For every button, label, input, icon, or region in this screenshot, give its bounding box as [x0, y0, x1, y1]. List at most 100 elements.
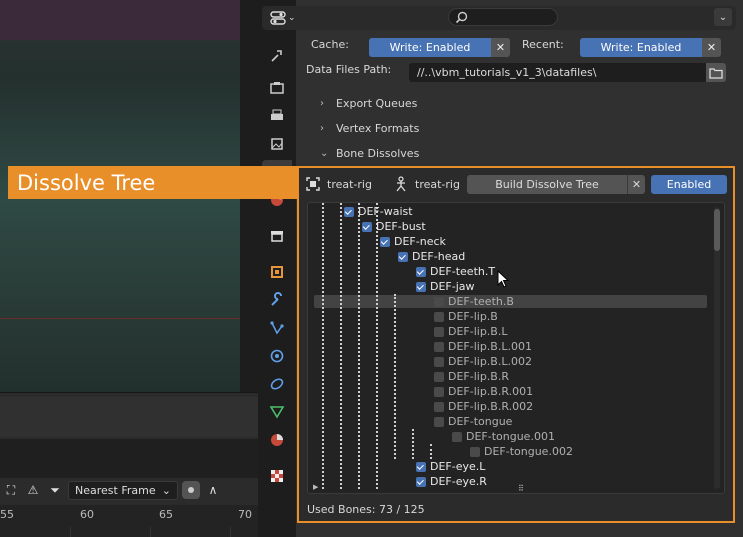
bone-name: DEF-lip.B.R.001: [448, 385, 534, 398]
bone-name: DEF-tongue.002: [484, 445, 573, 458]
chevron-down-icon: ⌄: [161, 483, 171, 497]
checkbox-checked[interactable]: [362, 221, 372, 232]
object-tab-icon[interactable]: [265, 260, 289, 284]
output-tab-icon[interactable]: [265, 104, 289, 128]
modifier-tab-icon[interactable]: [265, 288, 289, 312]
tree-scrollbar[interactable]: [714, 207, 720, 489]
bone-tree-row[interactable]: DEF-neck: [380, 234, 446, 249]
bone-name: DEF-tongue.001: [466, 430, 555, 443]
chevron-down-icon: ⌄: [320, 148, 329, 159]
bone-tree-row[interactable]: DEF-tongue.001: [452, 429, 555, 444]
recent-clear-button[interactable]: ✕: [702, 38, 721, 57]
data-path-field[interactable]: //..\vbm_tutorials_v1_3\datafiles\: [409, 63, 706, 82]
search-icon: [455, 11, 468, 24]
interpolation-value: Nearest Frame: [75, 483, 156, 497]
cache-write-button[interactable]: Write: Enabled: [369, 38, 491, 57]
bone-tree-row[interactable]: DEF-lip.B.L.001: [434, 339, 532, 354]
scrollbar-thumb[interactable]: [714, 209, 720, 251]
bone-tree-row[interactable]: DEF-teeth.T: [416, 264, 495, 279]
armature-selector[interactable]: treat-rig: [305, 176, 372, 192]
bone-tree-row[interactable]: DEF-lip.B.L.002: [434, 354, 532, 369]
bone-tree-row[interactable]: DEF-lip.B.R.002: [434, 399, 533, 414]
view-layer-tab-icon[interactable]: [265, 132, 289, 156]
build-dissolve-tree-button[interactable]: Build Dissolve Tree: [467, 175, 627, 194]
rig-icon: [393, 176, 409, 192]
tree-guide-line: [340, 203, 342, 489]
checkbox-checked[interactable]: [380, 236, 390, 247]
frame-ruler[interactable]: 55 60 65 70: [0, 505, 258, 537]
physics-tab-icon[interactable]: [265, 344, 289, 368]
checkbox-checked[interactable]: [416, 461, 426, 472]
checkbox-checked[interactable]: [398, 251, 408, 262]
checkbox-unchecked[interactable]: [434, 386, 444, 397]
checkbox-unchecked[interactable]: [434, 356, 444, 367]
checkbox-unchecked[interactable]: [434, 416, 444, 427]
bone-tree-row[interactable]: DEF-tongue.002: [470, 444, 573, 459]
expand-arrow-icon[interactable]: ▶: [313, 483, 318, 491]
section-export-queues[interactable]: › Export Queues: [320, 97, 417, 110]
bone-tree-row[interactable]: DEF-waist: [344, 204, 413, 219]
editor-type-button[interactable]: ⌄: [270, 8, 304, 28]
tree-guide-line: [394, 294, 396, 459]
checkbox-checked[interactable]: [416, 281, 426, 292]
search-input[interactable]: [448, 8, 558, 26]
chevron-down-icon: ⌄: [718, 11, 728, 23]
bone-tree-row[interactable]: DEF-head: [398, 249, 465, 264]
checkbox-unchecked[interactable]: [434, 326, 444, 337]
recent-write-button[interactable]: Write: Enabled: [580, 38, 702, 57]
view-icon[interactable]: ⛶: [2, 481, 20, 499]
resize-grip-icon[interactable]: ⠿: [518, 484, 524, 493]
material-tab-icon[interactable]: [265, 428, 289, 452]
bone-tree-list[interactable]: ▶ ⠿ DEF-waist DEF-bust DEF-neck DEF-head DEF…: [307, 202, 725, 494]
bone-name: DEF-waist: [358, 205, 413, 218]
tree-guide-line: [322, 203, 324, 489]
checkbox-unchecked[interactable]: [470, 446, 480, 457]
checkbox-checked[interactable]: [416, 476, 426, 487]
filter-icon[interactable]: ⏷: [46, 481, 64, 499]
bone-name: DEF-teeth.T: [430, 265, 496, 278]
data-tab-icon[interactable]: [265, 400, 289, 424]
frame-tick-label: 55: [0, 508, 14, 521]
checkbox-unchecked[interactable]: [434, 371, 444, 382]
browse-folder-button[interactable]: [706, 63, 726, 82]
bone-tree-row[interactable]: DEF-lip.B.L: [434, 324, 507, 339]
checkbox-checked[interactable]: [344, 206, 354, 217]
bone-tree-row[interactable]: DEF-jaw: [416, 279, 475, 294]
constraints-tab-icon[interactable]: [265, 372, 289, 396]
checkbox-checked[interactable]: [416, 266, 426, 277]
bone-tree-row[interactable]: DEF-eye.R: [416, 474, 487, 489]
clear-tree-button[interactable]: ✕: [627, 175, 645, 194]
checkbox-unchecked[interactable]: [434, 401, 444, 412]
bone-tree-row[interactable]: DEF-lip.B: [434, 309, 498, 324]
texture-tab-icon[interactable]: [265, 464, 289, 488]
tool-tab-icon[interactable]: [265, 44, 289, 68]
section-vertex-formats[interactable]: › Vertex Formats: [320, 122, 419, 135]
render-tab-icon[interactable]: [265, 76, 289, 100]
tree-guide-line: [412, 429, 414, 459]
cache-clear-button[interactable]: ✕: [491, 38, 510, 57]
bone-tree-row[interactable]: DEF-eye.L: [416, 459, 485, 474]
dissolve-tree-panel: treat-rig treat-rig Build Dissolve Tree …: [297, 166, 735, 523]
particles-tab-icon[interactable]: [265, 316, 289, 340]
bone-tree-row[interactable]: DEF-lip.B.R: [434, 369, 509, 384]
data-path-row: Data Files Path:: [306, 63, 391, 76]
bone-tree-row[interactable]: DEF-teeth.B: [434, 294, 514, 309]
bone-tree-row[interactable]: DEF-lip.B.R.001: [434, 384, 533, 399]
options-dropdown[interactable]: ⌄: [714, 8, 732, 26]
curve-icon[interactable]: ∧: [204, 481, 222, 499]
keyframe-toggle[interactable]: [182, 481, 200, 499]
enabled-toggle[interactable]: Enabled: [651, 175, 727, 194]
warning-icon[interactable]: ⚠: [24, 481, 42, 499]
interpolation-select[interactable]: Nearest Frame ⌄: [68, 480, 178, 500]
section-bone-dissolves[interactable]: ⌄ Bone Dissolves: [320, 147, 419, 160]
checkbox-unchecked[interactable]: [452, 431, 462, 442]
checkbox-unchecked[interactable]: [434, 341, 444, 352]
bone-tree-row[interactable]: DEF-tongue: [434, 414, 512, 429]
frame-tick: [150, 527, 151, 537]
bone-tree-row[interactable]: DEF-bust: [362, 219, 426, 234]
checkbox-unchecked[interactable]: [434, 311, 444, 322]
checkbox-unchecked[interactable]: [434, 296, 444, 307]
rig-selector[interactable]: treat-rig: [393, 176, 460, 192]
collection-tab-icon[interactable]: [265, 224, 289, 248]
timeline-header: [0, 397, 258, 437]
